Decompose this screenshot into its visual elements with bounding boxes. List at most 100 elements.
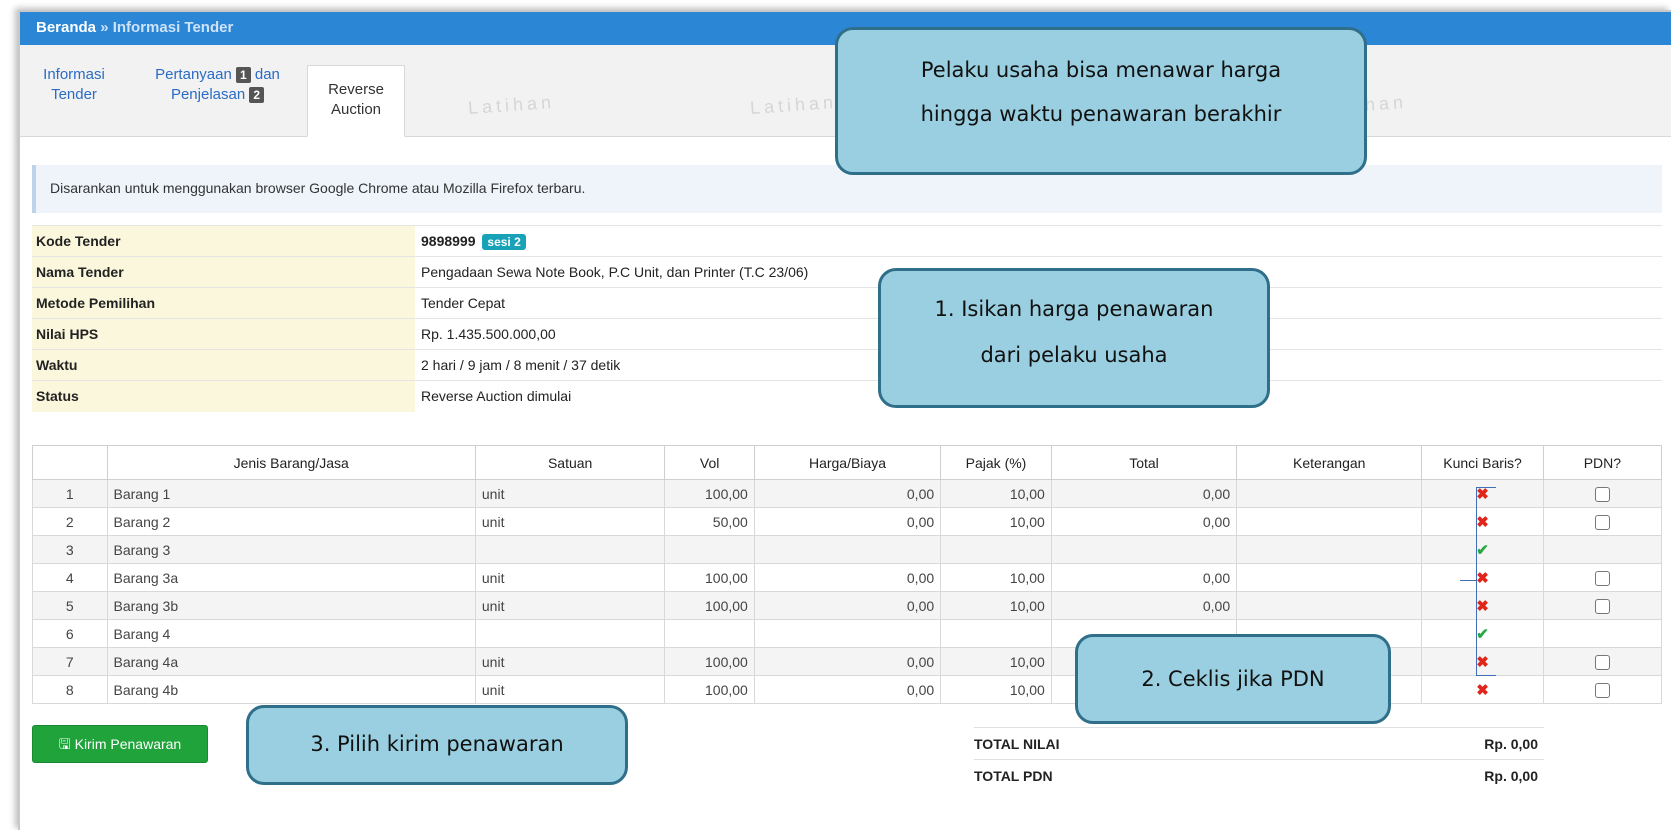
callout-step1-line2: dari pelaku usaha	[980, 343, 1168, 367]
jenis-cell: Barang 1	[106, 479, 476, 508]
pdn-checkbox[interactable]	[1594, 598, 1610, 614]
callout-top-line2: hingga waktu penawaran berakhir	[920, 102, 1282, 126]
pdn-checkbox[interactable]	[1594, 514, 1610, 530]
row-number: 1	[32, 479, 108, 508]
table-row: 3 Barang 3 ✔	[32, 535, 1663, 564]
info-label: Metode Pemilihan	[32, 287, 415, 319]
pajak-cell: 10,00	[940, 563, 1052, 592]
breadcrumb-home-link[interactable]: Beranda	[36, 19, 96, 36]
pdn-checkbox[interactable]	[1594, 654, 1610, 670]
info-label: Kode Tender	[32, 225, 415, 257]
total-cell: 0,00	[1050, 591, 1238, 620]
harga-input[interactable]	[753, 619, 942, 648]
pajak-cell	[940, 535, 1052, 564]
pdn-bracket	[1476, 487, 1496, 676]
tab-label-line1: Reverse	[328, 81, 384, 98]
info-label: Status	[32, 380, 415, 412]
tab-label-line2: Penjelasan	[170, 86, 246, 103]
pdn-cell	[1542, 619, 1663, 648]
column-header-kunci: Kunci Baris?	[1421, 445, 1544, 480]
answer-count-badge: 2	[249, 87, 265, 103]
column-header-vol: Vol	[664, 445, 755, 480]
pdn-cell	[1542, 591, 1663, 620]
tab-informasi-tender[interactable]: Informasi Tender	[34, 65, 114, 105]
tab-label-line1: Informasi	[43, 66, 105, 83]
pajak-cell	[940, 619, 1052, 648]
total-cell	[1050, 535, 1238, 564]
row-number: 4	[32, 563, 108, 592]
info-label: Waktu	[32, 349, 415, 381]
pdn-checkbox[interactable]	[1594, 570, 1610, 586]
kirim-penawaran-button[interactable]: 🖫 Kirim Penawaran	[32, 725, 208, 763]
keterangan-cell	[1236, 563, 1423, 592]
column-header-no	[32, 445, 108, 480]
totals-table: TOTAL NILAI Rp. 0,00 TOTAL PDN Rp. 0,00	[974, 727, 1544, 792]
table-row: 2 Barang 2 unit 50,00 0,00 10,00 0,00 ✖	[32, 507, 1663, 536]
pajak-cell: 10,00	[940, 591, 1052, 620]
jenis-cell: Barang 3	[106, 535, 476, 564]
jenis-cell: Barang 3a	[106, 563, 476, 592]
pdn-cell	[1542, 507, 1663, 536]
harga-input[interactable]: 0,00	[753, 591, 942, 620]
total-cell: 0,00	[1050, 563, 1238, 592]
kunci-baris-cell: ✖	[1421, 675, 1544, 704]
pdn-cell	[1542, 563, 1663, 592]
jenis-cell: Barang 4b	[106, 675, 476, 704]
pdn-checkbox[interactable]	[1594, 486, 1610, 502]
satuan-cell	[474, 619, 666, 648]
callout-step2-text: 2. Ceklis jika PDN	[1141, 667, 1325, 691]
callout-top: Pelaku usaha bisa menawar harga hingga w…	[835, 27, 1367, 222]
watermark: Latihan	[467, 91, 556, 119]
pajak-cell: 10,00	[940, 647, 1052, 676]
pdn-checkbox[interactable]	[1594, 682, 1610, 698]
pdn-cell	[1542, 535, 1663, 564]
column-header-jenis: Jenis Barang/Jasa	[106, 445, 476, 480]
callout-step3: 3. Pilih kirim penawaran	[219, 705, 628, 785]
table-row: 7 Barang 4a unit 100,00 0,00 10,00 ✖	[32, 647, 1663, 676]
breadcrumb-current: Informasi Tender	[112, 19, 234, 36]
watermark: Latihan	[749, 91, 838, 119]
vol-cell	[664, 619, 755, 648]
table-row: 1 Barang 1 unit 100,00 0,00 10,00 0,00 ✖	[32, 479, 1663, 508]
kode-tender-value: 9898999	[421, 232, 476, 249]
table-header-row: Jenis Barang/Jasa Satuan Vol Harga/Biaya…	[32, 445, 1663, 480]
question-count-badge: 1	[236, 67, 251, 83]
total-cell: 0,00	[1050, 507, 1238, 536]
pdn-cell	[1542, 647, 1663, 676]
harga-input[interactable]: 0,00	[753, 647, 942, 676]
tab-label-line2: Tender	[51, 86, 97, 103]
info-row: Metode Pemilihan Tender Cepat	[32, 287, 1662, 319]
harga-input[interactable]: 0,00	[753, 563, 942, 592]
tab-reverse-auction[interactable]: Reverse Auction	[307, 65, 405, 137]
row-number: 7	[32, 647, 108, 676]
table-row: 8 Barang 4b unit 100,00 0,00 10,00 ✖	[32, 675, 1663, 704]
row-number: 6	[32, 619, 108, 648]
column-header-satuan: Satuan	[474, 445, 666, 480]
callout-step1: 1. Isikan harga penawaran dari pelaku us…	[824, 268, 1270, 428]
total-nilai-label: TOTAL NILAI	[974, 727, 1310, 760]
pdn-cell	[1542, 479, 1663, 508]
column-header-keterangan: Keterangan	[1236, 445, 1423, 480]
harga-input[interactable]: 0,00	[753, 675, 942, 704]
total-pdn-label: TOTAL PDN	[974, 759, 1310, 792]
row-number: 8	[32, 675, 108, 704]
harga-input[interactable]: 0,00	[753, 507, 942, 536]
info-label: Nilai HPS	[32, 318, 415, 350]
row-number: 3	[32, 535, 108, 564]
harga-input[interactable]	[753, 535, 942, 564]
callout-step2: 2. Ceklis jika PDN	[1075, 580, 1448, 724]
tab-pertanyaan-penjelasan[interactable]: Pertanyaan 1 dan Penjelasan 2	[140, 65, 295, 105]
table-row: 6 Barang 4 ✔	[32, 619, 1663, 648]
column-header-pdn: PDN?	[1542, 445, 1663, 480]
vol-cell: 100,00	[664, 675, 755, 704]
harga-input[interactable]: 0,00	[753, 479, 942, 508]
vol-cell: 100,00	[664, 479, 755, 508]
satuan-cell: unit	[474, 507, 666, 536]
info-row: Nilai HPS Rp. 1.435.500.000,00	[32, 318, 1662, 350]
save-icon: 🖫	[58, 736, 71, 752]
satuan-cell: unit	[474, 591, 666, 620]
kirim-penawaran-label: Kirim Penawaran	[74, 736, 182, 752]
satuan-cell: unit	[474, 479, 666, 508]
info-row: Waktu 2 hari / 9 jam / 8 menit / 37 deti…	[32, 349, 1662, 381]
session-badge: sesi 2	[482, 233, 526, 250]
